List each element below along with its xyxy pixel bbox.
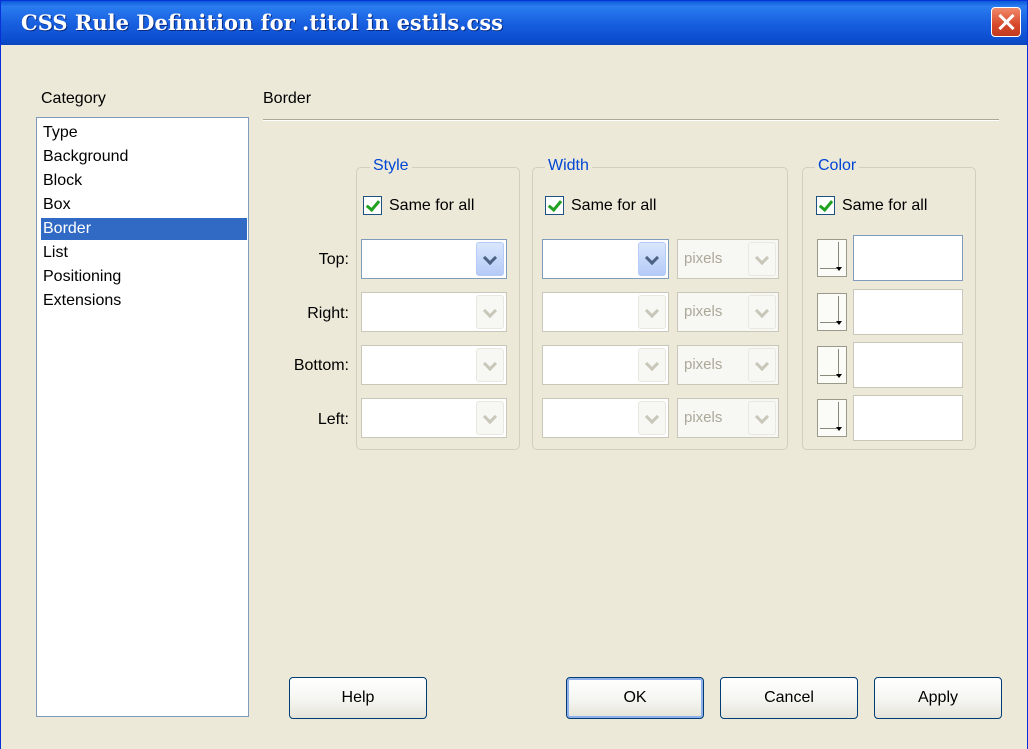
category-item-block[interactable]: Block (41, 170, 247, 192)
width-right-select (542, 292, 669, 332)
ok-button[interactable]: OK (566, 677, 704, 719)
category-item-positioning[interactable]: Positioning (41, 266, 247, 288)
width-group-title: Width (545, 157, 592, 175)
width-left-unit: pixels (684, 409, 723, 426)
style-same-for-all-label: Same for all (389, 197, 475, 214)
width-top-unit: pixels (684, 250, 723, 267)
category-item-extensions[interactable]: Extensions (41, 290, 247, 312)
width-bottom-select (542, 345, 669, 385)
category-item-list[interactable]: List (41, 242, 247, 264)
category-list[interactable]: Type Background Block Box Border List Po… (36, 117, 249, 717)
chevron-down-icon (748, 401, 776, 435)
category-item-box[interactable]: Box (41, 194, 247, 216)
window-title: CSS Rule Definition for .titol in estils… (21, 10, 503, 35)
color-right-swatch-button (817, 293, 847, 331)
title-bar[interactable]: CSS Rule Definition for .titol in estils… (1, 1, 1027, 45)
color-bottom-input (853, 342, 963, 388)
width-same-for-all-checkbox[interactable] (545, 196, 564, 215)
chevron-down-icon (748, 295, 776, 329)
width-right-unit: pixels (684, 303, 723, 320)
width-left-select (542, 398, 669, 438)
chevron-down-icon[interactable] (638, 242, 666, 276)
category-item-background[interactable]: Background (41, 146, 247, 168)
dialog-window: CSS Rule Definition for .titol in estils… (0, 0, 1028, 749)
chevron-down-icon (638, 348, 666, 382)
section-divider (263, 119, 999, 121)
chevron-down-icon (638, 401, 666, 435)
style-right-select (361, 292, 507, 332)
chevron-down-icon (638, 295, 666, 329)
category-item-type[interactable]: Type (41, 122, 247, 144)
cancel-button[interactable]: Cancel (720, 677, 858, 719)
color-left-input (853, 395, 963, 441)
row-label-top: Top: (318, 251, 349, 268)
width-top-select[interactable] (542, 239, 669, 279)
category-label: Category (41, 90, 106, 107)
width-same-for-all-label: Same for all (571, 197, 657, 214)
color-top-input[interactable] (853, 235, 963, 281)
close-icon[interactable] (991, 7, 1021, 37)
color-same-for-all-label: Same for all (842, 197, 928, 214)
color-bottom-swatch-button (817, 346, 847, 384)
width-right-unit-select: pixels (677, 292, 779, 332)
section-title: Border (263, 90, 312, 107)
apply-button[interactable]: Apply (874, 677, 1002, 719)
row-label-right: Right: (307, 305, 349, 322)
color-same-for-all-checkbox[interactable] (816, 196, 835, 215)
width-bottom-unit: pixels (684, 356, 723, 373)
help-button[interactable]: Help (289, 677, 427, 719)
color-group-title: Color (815, 157, 860, 175)
style-top-select[interactable] (361, 239, 507, 279)
color-top-swatch-button[interactable] (817, 239, 847, 277)
style-left-select (361, 398, 507, 438)
category-item-border[interactable]: Border (41, 218, 247, 240)
chevron-down-icon (476, 401, 504, 435)
chevron-down-icon (748, 348, 776, 382)
color-left-swatch-button (817, 399, 847, 437)
chevron-down-icon (476, 295, 504, 329)
width-bottom-unit-select: pixels (677, 345, 779, 385)
row-label-bottom: Bottom: (293, 357, 349, 374)
chevron-down-icon (748, 242, 776, 276)
color-right-input (853, 289, 963, 335)
style-bottom-select (361, 345, 507, 385)
chevron-down-icon[interactable] (476, 242, 504, 276)
width-left-unit-select: pixels (677, 398, 779, 438)
row-label-left: Left: (317, 411, 349, 428)
width-top-unit-select: pixels (677, 239, 779, 279)
chevron-down-icon (476, 348, 504, 382)
style-group-title: Style (370, 157, 412, 175)
style-same-for-all-checkbox[interactable] (363, 196, 382, 215)
